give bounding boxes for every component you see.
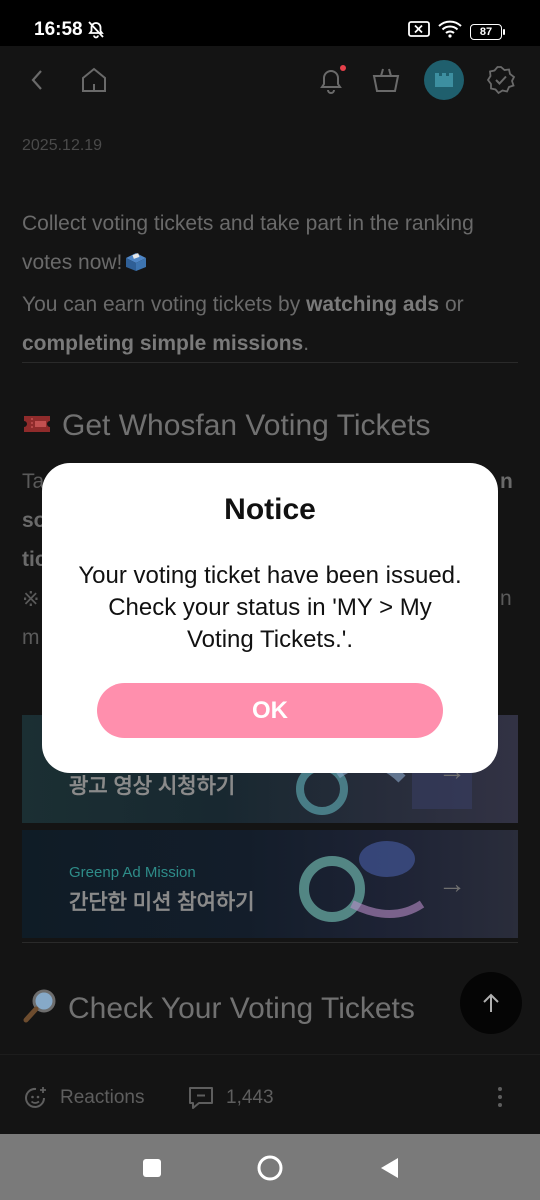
system-nav-bar [0, 1134, 540, 1200]
modal-overlay: Notice Your voting ticket have been issu… [0, 0, 540, 1134]
dialog-message: Your voting ticket have been issued. Che… [78, 562, 462, 653]
back-button[interactable] [374, 1153, 404, 1183]
recent-apps-button[interactable] [137, 1153, 167, 1183]
square-icon [143, 1159, 161, 1177]
home-button[interactable] [255, 1153, 285, 1183]
triangle-back-icon [381, 1158, 398, 1178]
ok-button[interactable]: OK [97, 683, 443, 738]
circle-icon [257, 1155, 283, 1181]
dialog-title: Notice [224, 493, 316, 526]
notice-dialog: Notice Your voting ticket have been issu… [42, 463, 498, 773]
